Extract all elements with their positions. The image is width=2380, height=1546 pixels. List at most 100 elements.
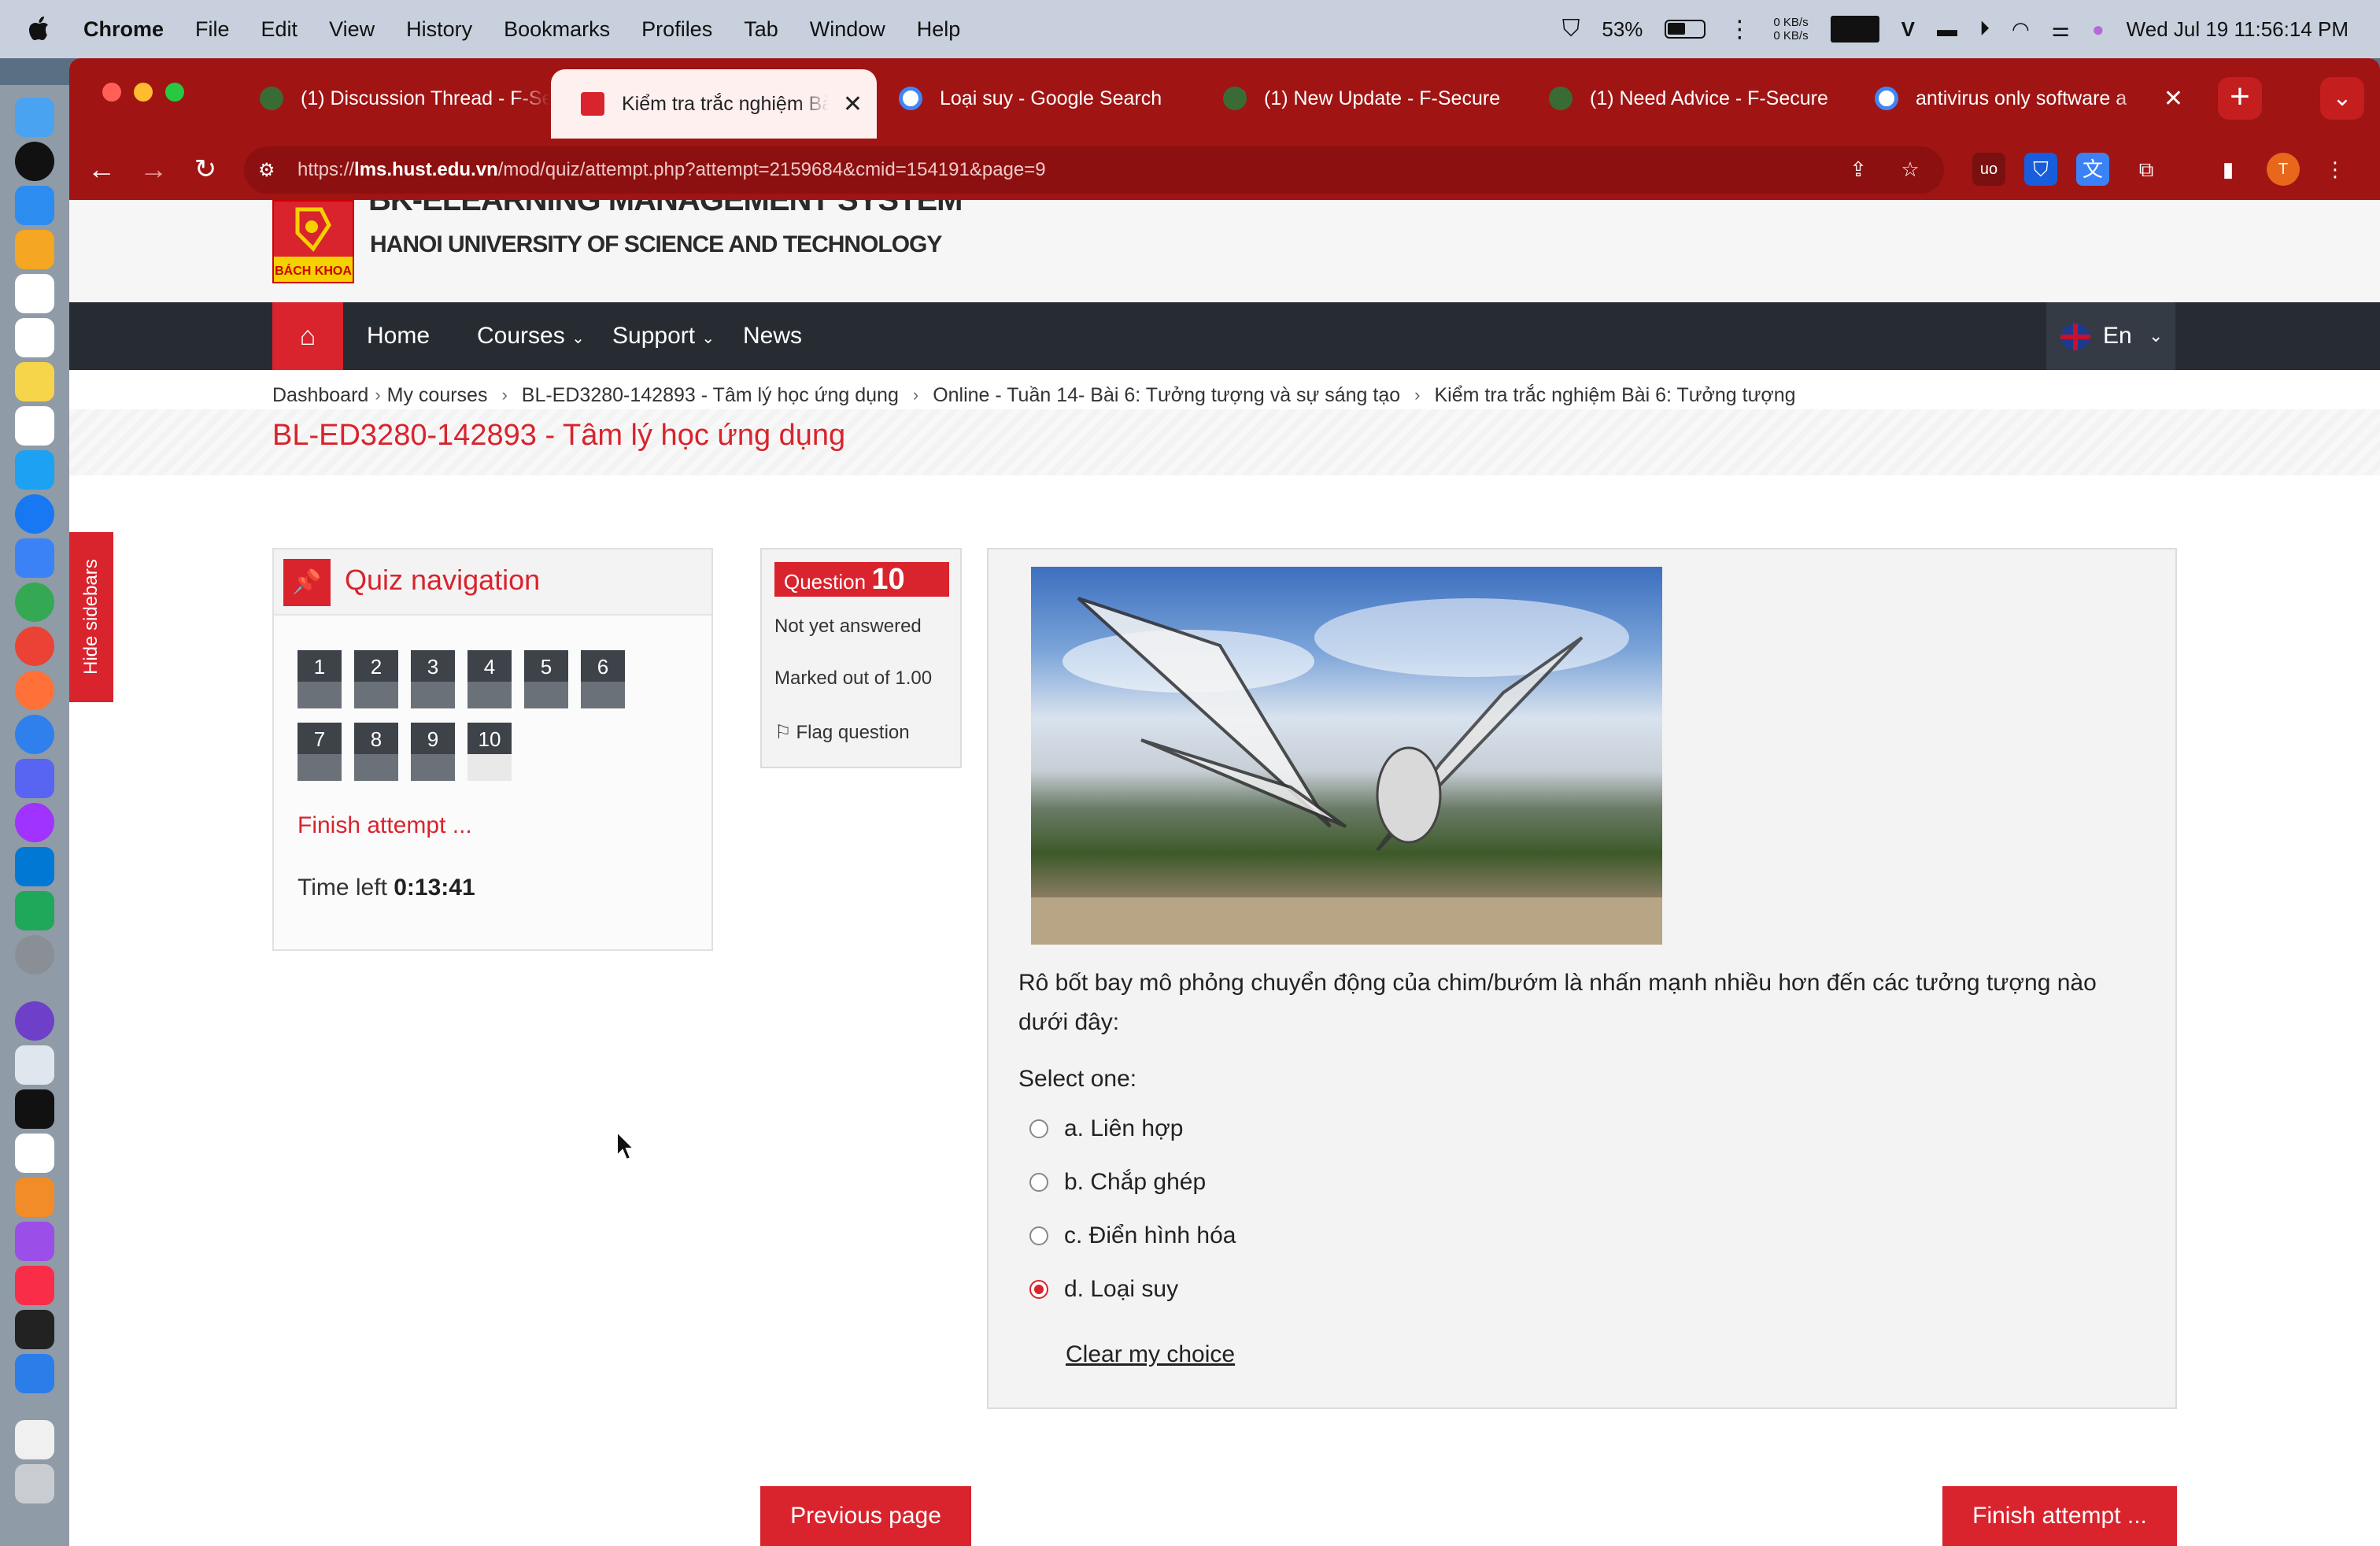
close-tab-icon[interactable]: ✕ [843,91,863,118]
question-nav-button-current[interactable]: 10 [468,723,512,781]
close-window-button[interactable] [102,83,121,102]
hide-sidebars-button[interactable]: Hide sidebars [69,532,113,702]
site-info-icon[interactable]: ⚙ [258,159,280,181]
question-nav-button[interactable]: 6 [581,650,625,708]
apple-logo-icon[interactable] [27,13,54,43]
v-app-icon[interactable]: V [1901,17,1915,42]
bed-icon[interactable]: ▬ [1937,17,1957,42]
control-center-icon[interactable]: ⚌ [2052,17,2070,42]
menu-app-name[interactable]: Chrome [83,17,164,42]
menu-history[interactable]: History [406,17,472,42]
trash-icon[interactable] [15,1464,54,1503]
maps-icon[interactable] [15,583,54,622]
breadcrumb-course[interactable]: BL-ED3280-142893 - Tâm lý học ứng dụng [522,384,899,407]
github-icon[interactable] [15,1001,54,1041]
extensions-puzzle-icon[interactable]: ⧉ [2130,153,2163,186]
siri-icon[interactable]: ● [2092,17,2105,42]
share-icon[interactable]: ⇪ [1842,153,1875,186]
question-nav-button[interactable]: 2 [354,650,398,708]
menu-bookmarks[interactable]: Bookmarks [504,17,610,42]
battery-icon[interactable] [1665,20,1706,39]
menu-file[interactable]: File [195,17,230,42]
finder-icon[interactable] [15,98,54,137]
flag-question-button[interactable]: ⚐ Flag question [774,721,910,744]
podcasts-icon[interactable] [15,1222,54,1261]
breadcrumb-my-courses[interactable]: My courses [387,384,488,407]
app-store-icon[interactable] [15,1354,54,1393]
bookmark-star-icon[interactable]: ☆ [1894,153,1927,186]
side-panel-icon[interactable]: ▮ [2212,153,2245,186]
forward-button[interactable]: → [135,151,172,187]
preview-icon[interactable] [15,1045,54,1085]
clear-choice-link[interactable]: Clear my choice [1066,1341,1235,1368]
discord-icon[interactable] [15,759,54,798]
menu-view[interactable]: View [329,17,375,42]
previous-page-button[interactable]: Previous page [760,1486,971,1546]
menu-profiles[interactable]: Profiles [641,17,712,42]
stickies-icon[interactable] [15,406,54,446]
home-icon[interactable]: ⌂ [272,302,343,370]
address-bar[interactable]: ⚙ https://lms.hust.edu.vn/mod/quiz/attem… [244,146,1944,194]
facebook-icon[interactable] [15,494,54,534]
breadcrumb-section[interactable]: Online - Tuần 14- Bài 6: Tưởng tượng và … [933,384,1400,407]
back-button[interactable]: ← [83,151,120,187]
question-nav-button[interactable]: 7 [298,723,342,781]
question-nav-button[interactable]: 9 [411,723,455,781]
tab-need-advice[interactable]: (1) Need Advice - F-Secure ✕ [1538,69,1908,128]
new-tab-button[interactable]: + [2218,77,2262,120]
menu-tab[interactable]: Tab [744,17,778,42]
messenger-icon[interactable] [15,803,54,842]
course-title[interactable]: BL-ED3280-142893 - Tâm lý học ứng dụng [272,419,845,453]
nav-home[interactable]: Home [367,302,430,370]
maximize-window-button[interactable] [165,83,184,102]
nav-courses[interactable]: Courses ⌄ [477,302,585,370]
tab-quiz[interactable]: Kiểm tra trắc nghiệm Bài 6 ✕ [551,69,877,139]
notes-icon[interactable] [15,362,54,401]
document-icon[interactable] [15,1420,54,1459]
translate-extension-icon[interactable]: 文 [2076,153,2109,186]
music-icon[interactable] [15,1266,54,1305]
answer-option-a[interactable]: a. Liên hợp [1029,1113,1183,1145]
vscode-icon[interactable] [15,847,54,886]
tab-antivirus[interactable]: antivirus only software a ✕ [1864,69,2194,128]
twitter-icon[interactable] [15,450,54,490]
menu-help[interactable]: Help [917,17,961,42]
reload-button[interactable]: ↻ [187,151,224,187]
menu-edit[interactable]: Edit [261,17,298,42]
question-nav-button[interactable]: 8 [354,723,398,781]
answer-option-d[interactable]: d. Loại suy [1029,1274,1178,1305]
breadcrumb-quiz[interactable]: Kiểm tra trắc nghiệm Bài 6: Tưởng tượng [1434,384,1795,407]
chrome-menu-icon[interactable]: ⋮ [2319,153,2352,186]
nav-support[interactable]: Support ⌄ [612,302,715,370]
piano-icon[interactable] [15,1310,54,1349]
chrome-icon[interactable] [15,627,54,666]
books-icon[interactable] [15,1178,54,1217]
wifi-icon[interactable]: ◠ [2012,17,2030,42]
shield-status-icon[interactable]: ⛉ [1562,16,1580,43]
tab-discussion-thread[interactable]: (1) Discussion Thread - F-Secure ✕ [249,69,595,128]
ublock-extension-icon[interactable]: uo [1972,153,2005,186]
cloud-app-icon[interactable] [15,538,54,578]
minimize-window-button[interactable] [134,83,153,102]
radio-button[interactable] [1029,1173,1048,1192]
breadcrumb-dashboard[interactable]: Dashboard [272,384,368,407]
photos-icon[interactable] [15,230,54,269]
menu-window[interactable]: Window [810,17,885,42]
radio-button[interactable] [1029,1119,1048,1138]
language-selector[interactable]: En ⌄ [2046,302,2175,370]
clock-icon[interactable] [15,142,54,181]
bitwarden-extension-icon[interactable]: ⛉ [2024,153,2057,186]
textedit-icon[interactable] [15,1134,54,1173]
numbers-icon[interactable] [15,891,54,930]
hust-logo[interactable]: BÁCH KHOA [272,200,354,283]
tab-search-button[interactable]: ⌄ [2320,77,2364,120]
question-nav-button[interactable]: 4 [468,650,512,708]
menubar-datetime[interactable]: Wed Jul 19 11:56:14 PM [2127,17,2349,42]
question-nav-button[interactable]: 3 [411,650,455,708]
more-dots-icon[interactable]: ⋮ [1728,16,1751,43]
question-nav-button[interactable]: 5 [524,650,568,708]
reminders-icon[interactable] [15,318,54,357]
firefox-icon[interactable] [15,671,54,710]
radio-button-selected[interactable] [1029,1280,1048,1299]
mail-icon[interactable] [15,186,54,225]
